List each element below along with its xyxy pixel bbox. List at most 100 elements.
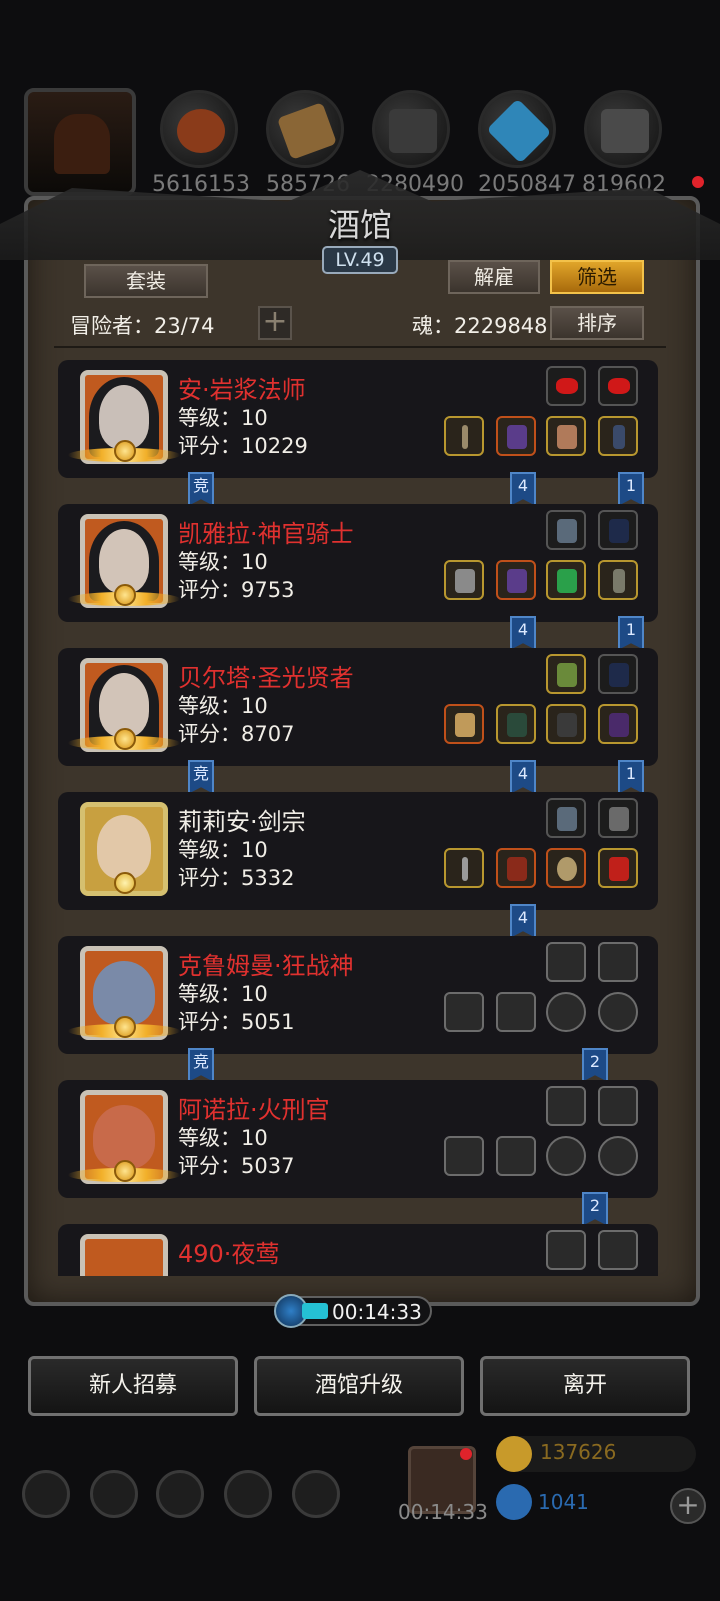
hero-name: 阿诺拉·火刑官 [178, 1096, 330, 1124]
crystal-count: 2050847 [478, 172, 576, 197]
empty-rune-slot[interactable] [598, 1086, 638, 1126]
tavern-level-badge: LV.49 [322, 246, 398, 274]
hero-portrait[interactable] [80, 1234, 168, 1276]
bow-slot[interactable] [598, 510, 638, 550]
ruby-slot[interactable] [546, 366, 586, 406]
hero-row[interactable]: 凯雅拉·神官骑士 等级：10 评分：9753 [58, 504, 658, 622]
hammer-slot[interactable] [444, 704, 484, 744]
empty-weapon-slot[interactable] [444, 992, 484, 1032]
crystal-icon [486, 98, 552, 164]
recruit-button[interactable]: 新人招募 [28, 1356, 238, 1416]
amulet-slot[interactable] [598, 416, 638, 456]
bow-slot[interactable] [598, 654, 638, 694]
arena-tag: 竞 [188, 472, 214, 506]
dismiss-button[interactable]: 解雇 [448, 260, 540, 294]
hero-list[interactable]: 安·岩浆法师 等级：10 评分：10229 竞 4 1 凯雅拉·神官骑士 等级：… [58, 360, 658, 1276]
hero-level: 等级：10 [178, 694, 268, 718]
rune-slot[interactable] [598, 798, 638, 838]
necklace-slot[interactable] [546, 704, 586, 744]
castle-icon[interactable] [156, 1470, 204, 1518]
stone-icon [389, 109, 437, 153]
rank-emblem-icon [114, 440, 136, 462]
hero-name: 贝尔塔·圣光贤者 [178, 664, 354, 692]
empty-ring-slot[interactable] [546, 1136, 586, 1176]
mail-icon[interactable] [224, 1470, 272, 1518]
torch-slot[interactable] [24, 88, 136, 196]
arena-tag: 竞 [188, 760, 214, 794]
hero-score: 评分：5051 [178, 1010, 295, 1034]
wood-slot[interactable] [266, 90, 344, 168]
glove-slot[interactable] [546, 416, 586, 456]
iron-slot[interactable] [584, 90, 662, 168]
meat-icon [177, 109, 225, 153]
book-icon [557, 807, 577, 831]
upgrade-tavern-button[interactable]: 酒馆升级 [254, 1356, 464, 1416]
meat-slot[interactable] [160, 90, 238, 168]
bow-icon [609, 663, 629, 687]
rank-emblem-icon [114, 1160, 136, 1182]
star-tag: 4 [510, 472, 536, 506]
soul-count: 魂：2229848 [412, 314, 548, 338]
star-tag: 1 [618, 472, 644, 506]
armor-slot[interactable] [496, 416, 536, 456]
star-icon[interactable] [90, 1470, 138, 1518]
sort-button[interactable]: 排序 [550, 306, 644, 340]
potion-slot[interactable] [598, 848, 638, 888]
rank-emblem-icon [114, 1016, 136, 1038]
empty-rune-slot[interactable] [598, 942, 638, 982]
gem-icon [496, 1484, 532, 1520]
necklace-icon [557, 713, 577, 737]
hero-name: 克鲁姆曼·狂战神 [178, 952, 354, 980]
stone-slot[interactable] [372, 90, 450, 168]
hero-row[interactable]: 贝尔塔·圣光贤者 等级：10 评分：8707 [58, 648, 658, 766]
hero-row[interactable]: 莉莉安·剑宗 等级：10 评分：5332 [58, 792, 658, 910]
book-slot[interactable] [546, 798, 586, 838]
charm-icon [609, 713, 629, 737]
pendant-slot[interactable] [598, 560, 638, 600]
add-currency-icon[interactable]: + [670, 1488, 706, 1524]
ruby-icon [608, 378, 630, 394]
empty-rune-slot[interactable] [598, 1230, 638, 1270]
outfit-button[interactable]: 套装 [84, 264, 208, 298]
settings-icon[interactable] [22, 1470, 70, 1518]
glove-icon [557, 425, 577, 449]
star-tag: 2 [582, 1192, 608, 1226]
empty-ring-slot[interactable] [546, 992, 586, 1032]
empty-weapon-slot[interactable] [444, 1136, 484, 1176]
armor-slot[interactable] [496, 560, 536, 600]
hammer-slot[interactable] [444, 560, 484, 600]
empty-ring-slot[interactable] [598, 992, 638, 1032]
shield-slot[interactable] [546, 848, 586, 888]
add-adventurer-button[interactable]: + [258, 306, 292, 340]
filter-button[interactable]: 筛选 [550, 260, 644, 294]
empty-ring-slot[interactable] [598, 1136, 638, 1176]
leave-button[interactable]: 离开 [480, 1356, 690, 1416]
empty-rune-slot[interactable] [546, 1086, 586, 1126]
empty-armor-slot[interactable] [496, 1136, 536, 1176]
empty-rune-slot[interactable] [546, 942, 586, 982]
gear-icon[interactable] [292, 1470, 340, 1518]
gold-coin-icon [496, 1436, 532, 1472]
robe-slot[interactable] [496, 704, 536, 744]
ruby-slot[interactable] [598, 366, 638, 406]
crystal-slot[interactable] [478, 90, 556, 168]
staff-slot[interactable] [444, 416, 484, 456]
book-slot[interactable] [546, 510, 586, 550]
hero-row[interactable]: 阿诺拉·火刑官 等级：10 评分：5037 [58, 1080, 658, 1198]
hero-level: 等级：10 [178, 838, 268, 862]
emerald-slot[interactable] [546, 560, 586, 600]
divider [54, 346, 666, 348]
star-tag: 4 [510, 760, 536, 794]
hero-row[interactable]: 安·岩浆法师 等级：10 评分：10229 [58, 360, 658, 478]
lantern-slot[interactable] [546, 654, 586, 694]
armor-icon [507, 569, 527, 593]
empty-armor-slot[interactable] [496, 992, 536, 1032]
hero-row[interactable]: 克鲁姆曼·狂战神 等级：10 评分：5051 [58, 936, 658, 1054]
charm-slot[interactable] [598, 704, 638, 744]
armor-slot[interactable] [496, 848, 536, 888]
spear-slot[interactable] [444, 848, 484, 888]
hero-score: 评分：5332 [178, 866, 295, 890]
empty-rune-slot[interactable] [546, 1230, 586, 1270]
hero-row[interactable]: 490·夜莺 [58, 1224, 658, 1276]
adventurer-count: 冒险者：23/74 [70, 314, 215, 338]
